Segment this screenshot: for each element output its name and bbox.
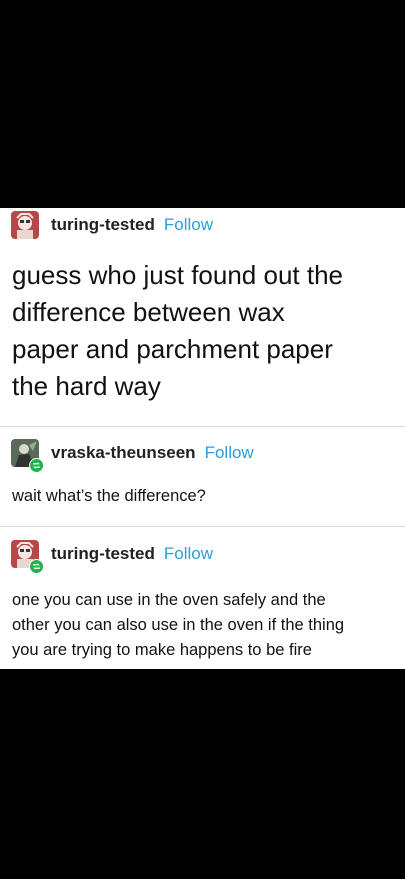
- avatar-icon[interactable]: [11, 211, 39, 239]
- username[interactable]: turing-tested: [51, 544, 155, 564]
- post-line: paper and parchment paper: [12, 334, 333, 364]
- reblog-icon: [29, 559, 44, 574]
- post-header: turing-tested Follow: [11, 539, 213, 574]
- follow-button[interactable]: Follow: [164, 544, 213, 564]
- username[interactable]: vraska-theunseen: [51, 443, 196, 463]
- post-line: wait what’s the difference?: [12, 487, 206, 505]
- post-body: guess who just found out the difference …: [12, 257, 397, 405]
- post-header: vraska-theunseen Follow: [11, 438, 254, 473]
- post-line: one you can use in the oven safely and t…: [12, 591, 326, 609]
- post-line: the hard way: [12, 371, 161, 401]
- post-card: turing-tested Follow guess who just foun…: [0, 208, 405, 669]
- divider: [0, 526, 405, 527]
- avatar-icon[interactable]: [11, 439, 44, 473]
- post-header: turing-tested Follow: [11, 210, 213, 240]
- post-line: other you can also use in the oven if th…: [12, 616, 345, 634]
- avatar-icon[interactable]: [11, 540, 44, 574]
- post-line: guess who just found out the: [12, 260, 344, 290]
- follow-button[interactable]: Follow: [205, 443, 254, 463]
- username[interactable]: turing-tested: [51, 215, 155, 235]
- post-line: difference between wax: [12, 297, 285, 327]
- reblog-icon: [29, 458, 44, 473]
- post-body: one you can use in the oven safely and t…: [12, 588, 397, 663]
- post-body: wait what’s the difference?: [12, 484, 397, 509]
- divider: [0, 426, 405, 427]
- follow-button[interactable]: Follow: [164, 215, 213, 235]
- post-line: you are trying to make happens to be fir…: [12, 641, 312, 659]
